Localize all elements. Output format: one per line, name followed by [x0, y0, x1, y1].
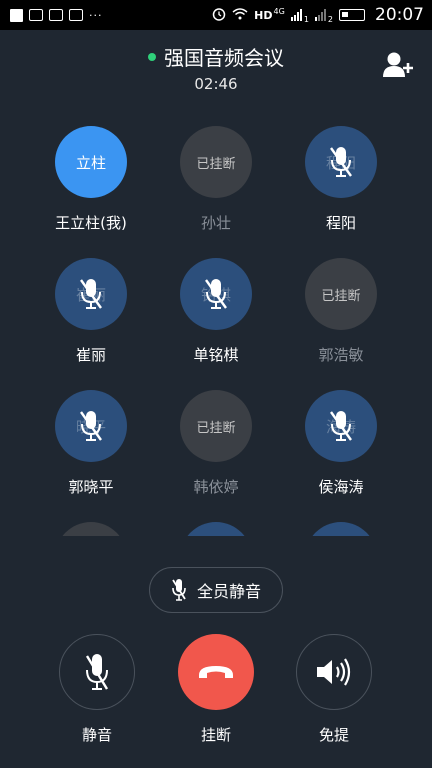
conference-title: 强国音频会议: [164, 46, 284, 70]
avatar: [55, 522, 127, 536]
mic-off-icon: [80, 411, 102, 441]
member-name: 孙壮: [200, 214, 231, 232]
battery-icon: [339, 9, 365, 21]
member-tile[interactable]: 崔丽 崔丽: [36, 258, 146, 365]
member-tile[interactable]: 已挂断 孙壮: [161, 126, 271, 233]
live-indicator: [148, 52, 156, 61]
alarm-icon: [212, 7, 226, 24]
call-header: 强国音频会议 02:46: [0, 42, 432, 93]
avatar: 海涛: [305, 390, 377, 462]
hangup-button[interactable]: [178, 634, 254, 710]
hd-indicator: HD: [254, 8, 273, 22]
mic-off-icon: [172, 579, 186, 601]
member-name: 郭浩敏: [318, 346, 364, 364]
mic-off-icon: [330, 411, 352, 441]
avatar: 已挂断: [180, 390, 252, 462]
hungup-status: 已挂断: [196, 420, 236, 436]
mute-button[interactable]: [59, 634, 135, 710]
avatar: 崔丽: [55, 258, 127, 330]
hangup-label: 挂断: [200, 726, 231, 744]
sim1-label: 1: [303, 14, 309, 24]
avatar: 晓平: [55, 390, 127, 462]
call-timer: 02:46: [194, 75, 238, 93]
status-bar: ··· HD 4G 1 2 20:07: [0, 0, 432, 30]
speaker-label: 免提: [318, 726, 349, 744]
clock: 20:07: [375, 5, 424, 25]
member-name: 崔丽: [75, 346, 106, 364]
member-name: 韩依婷: [193, 478, 239, 496]
avatar: 已挂断: [305, 258, 377, 330]
speaker-icon: [317, 658, 351, 686]
avatar: 程阳: [305, 126, 377, 198]
mute-all-label: 全员静音: [196, 582, 261, 601]
mic-off-icon: [205, 279, 227, 309]
avatar: 已挂断: [180, 126, 252, 198]
member-grid: 立柱 王立柱(我) 已挂断 孙壮 程阳 程阳 崔丽 崔丽 铭棋 单铭棋 已挂断 …: [0, 126, 432, 536]
avatar: 立柱: [55, 126, 127, 198]
avatar: [180, 522, 252, 536]
member-tile[interactable]: 程阳 程阳: [286, 126, 396, 233]
mic-off-icon: [330, 147, 352, 177]
mute-control[interactable]: 静音: [47, 634, 147, 745]
member-tile[interactable]: 已挂断 韩依婷: [161, 390, 271, 497]
speaker-control[interactable]: 免提: [284, 634, 384, 745]
signal-sim1-icon: [290, 9, 302, 21]
member-tile[interactable]: 立柱 王立柱(我): [36, 126, 146, 233]
avatar: [305, 522, 377, 536]
member-tile[interactable]: 海涛 侯海涛: [286, 390, 396, 497]
hungup-status: 已挂断: [321, 288, 361, 304]
mute-all-button[interactable]: 全员静音: [149, 567, 283, 613]
member-name: 程阳: [325, 214, 356, 232]
hangup-control[interactable]: 挂断: [166, 634, 266, 745]
store-notification-icon: [69, 9, 83, 21]
wifi-icon: [232, 7, 248, 23]
more-notifications: ···: [89, 8, 103, 22]
hungup-status: 已挂断: [196, 156, 236, 172]
speaker-button[interactable]: [296, 634, 372, 710]
member-tile[interactable]: 已挂断 郭浩敏: [286, 258, 396, 365]
member-name: 侯海涛: [318, 478, 364, 496]
sim2-label: 2: [327, 14, 333, 24]
member-name: 单铭棋: [193, 346, 239, 364]
notification-icon: [10, 8, 23, 22]
add-person-icon: [383, 52, 413, 77]
add-member-button[interactable]: [382, 50, 414, 80]
member-tile[interactable]: [286, 522, 396, 536]
mic-off-icon: [85, 654, 109, 690]
member-name: 王立柱(我): [55, 214, 127, 232]
member-name: 郭晓平: [68, 478, 114, 496]
message-notification-icon: [49, 9, 63, 21]
member-tile[interactable]: 晓平 郭晓平: [36, 390, 146, 497]
avatar: 铭棋: [180, 258, 252, 330]
app-notification-icon: [29, 9, 43, 21]
member-tile[interactable]: 铭棋 单铭棋: [161, 258, 271, 365]
hang-up-icon: [199, 666, 233, 678]
mute-label: 静音: [81, 726, 112, 744]
mic-off-icon: [80, 279, 102, 309]
member-tile[interactable]: [36, 522, 146, 536]
signal-sim2-icon: [314, 9, 326, 21]
network-type: 4G: [273, 6, 285, 16]
member-tile[interactable]: [161, 522, 271, 536]
